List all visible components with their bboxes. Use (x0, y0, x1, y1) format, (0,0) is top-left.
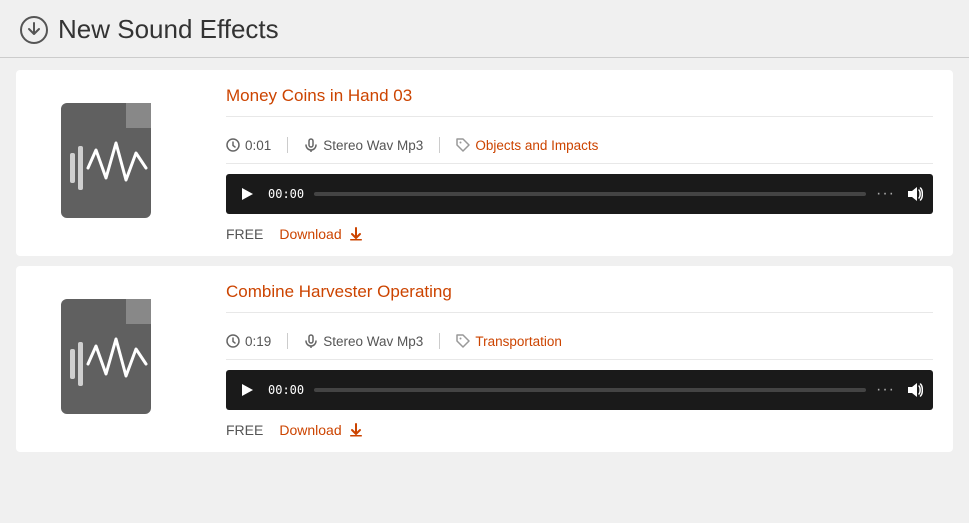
sound-list: Money Coins in Hand 03 0:01 (0, 58, 969, 464)
meta-divider-2b (439, 333, 440, 349)
tag-icon-2 (456, 334, 470, 348)
sound-format-2: Stereo Wav Mp3 (304, 334, 439, 349)
player-time-2: 00:00 (268, 383, 304, 397)
sound-title-1[interactable]: Money Coins in Hand 03 (226, 86, 933, 117)
audio-player-1[interactable]: 00:00 ··· (226, 174, 933, 214)
sound-card: Money Coins in Hand 03 0:01 (16, 70, 953, 256)
price-label-1: FREE (226, 226, 263, 242)
volume-icon-2[interactable] (905, 381, 923, 399)
sound-thumbnail-2 (16, 266, 216, 452)
sound-title-2[interactable]: Combine Harvester Operating (226, 282, 933, 313)
play-button-2[interactable] (236, 379, 258, 401)
price-label-2: FREE (226, 422, 263, 438)
category-link-1[interactable]: Objects and Impacts (475, 138, 598, 153)
download-icon-2 (348, 422, 364, 438)
sound-thumbnail-1 (16, 70, 216, 256)
sound-category-1: Objects and Impacts (456, 138, 614, 153)
player-seekbar-1[interactable] (314, 192, 866, 196)
category-link-2[interactable]: Transportation (475, 334, 562, 349)
player-time-1: 00:00 (268, 187, 304, 201)
sound-card-2: Combine Harvester Operating 0:19 (16, 266, 953, 452)
clock-icon-1 (226, 138, 240, 152)
play-icon-2 (240, 383, 254, 397)
tag-icon-1 (456, 138, 470, 152)
page-header: New Sound Effects (0, 0, 969, 58)
volume-icon-1[interactable] (905, 185, 923, 203)
player-options-1[interactable]: ··· (876, 185, 895, 203)
download-circle-icon (20, 16, 48, 44)
sound-meta-1: 0:01 Stereo Wav Mp3 (226, 127, 933, 164)
meta-divider-1a (287, 137, 288, 153)
sound-format-1: Stereo Wav Mp3 (304, 138, 439, 153)
download-button-2[interactable]: Download (279, 422, 363, 438)
download-icon-1 (348, 226, 364, 242)
clock-icon-2 (226, 334, 240, 348)
sound-category-2: Transportation (456, 334, 578, 349)
sound-duration-2: 0:19 (226, 334, 287, 349)
player-seekbar-2[interactable] (314, 388, 866, 392)
meta-divider-2a (287, 333, 288, 349)
page-title: New Sound Effects (58, 14, 279, 45)
play-button-1[interactable] (236, 183, 258, 205)
download-button-1[interactable]: Download (279, 226, 363, 242)
sound-footer-1: FREE Download (226, 226, 933, 242)
meta-divider-1b (439, 137, 440, 153)
play-icon-1 (240, 187, 254, 201)
sound-file-icon-1 (56, 98, 176, 228)
sound-duration-1: 0:01 (226, 138, 287, 153)
mic-icon-2 (304, 334, 318, 348)
sound-card-content-2: Combine Harvester Operating 0:19 (216, 266, 953, 452)
sound-meta-2: 0:19 Stereo Wav Mp3 (226, 323, 933, 360)
mic-icon-1 (304, 138, 318, 152)
player-options-2[interactable]: ··· (876, 381, 895, 399)
sound-card-content-1: Money Coins in Hand 03 0:01 (216, 70, 953, 256)
audio-player-2[interactable]: 00:00 ··· (226, 370, 933, 410)
sound-file-icon-2 (56, 294, 176, 424)
sound-footer-2: FREE Download (226, 422, 933, 438)
